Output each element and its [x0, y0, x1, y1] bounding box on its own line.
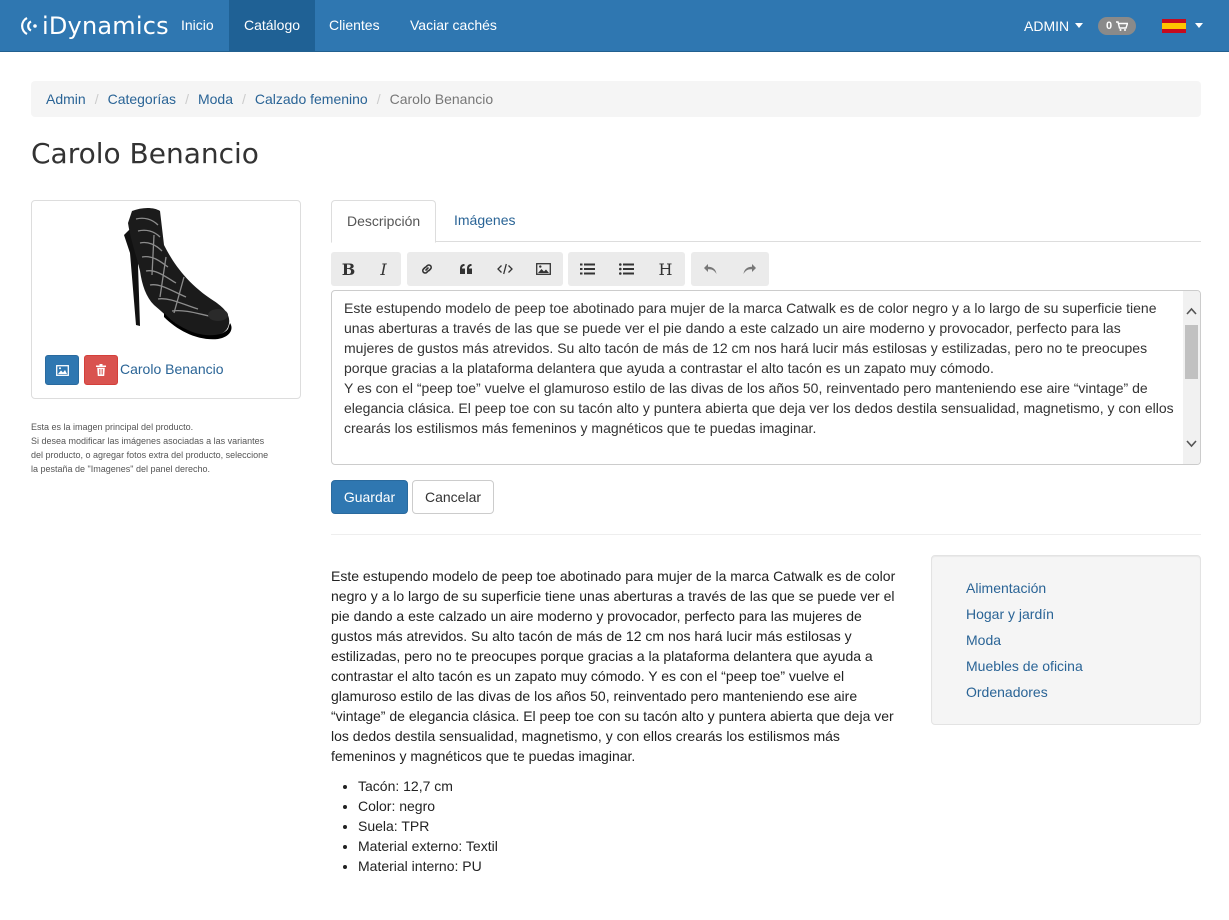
spain-flag-icon — [1162, 18, 1186, 33]
nav-vaciar-caches[interactable]: Vaciar cachés — [396, 0, 511, 51]
chevron-down-icon[interactable] — [1186, 438, 1197, 449]
spec-item: Color: negro — [358, 796, 901, 816]
nav-catalogo[interactable]: Catálogo — [229, 0, 315, 51]
editor-paragraph: Y es con el “peep toe” vuelve el glamuro… — [344, 380, 1174, 436]
help-line: la pestaña de "Imagenes" del panel derec… — [31, 464, 211, 474]
cart-badge: 0 — [1098, 16, 1137, 35]
bullet-list-icon[interactable] — [568, 252, 607, 286]
code-icon[interactable] — [485, 252, 524, 286]
product-image-panel: Carolo Benancio — [31, 200, 301, 399]
toolbar-group-lists: H — [568, 252, 685, 286]
link-icon[interactable] — [407, 252, 446, 286]
image-icon[interactable] — [524, 252, 563, 286]
toolbar-group-format: B I — [331, 252, 401, 286]
category-link-moda[interactable]: Moda — [966, 632, 1001, 648]
breadcrumb-calzado-femenino[interactable]: Calzado femenino — [255, 91, 368, 107]
user-name: ADMIN — [1024, 17, 1070, 34]
editor-paragraph: Este estupendo modelo de peep toe abotin… — [344, 300, 1157, 376]
breadcrumb-admin[interactable]: Admin — [46, 91, 86, 107]
italic-icon[interactable]: I — [366, 252, 401, 286]
category-link-muebles-de-oficina[interactable]: Muebles de oficina — [966, 658, 1083, 674]
caret-down-icon — [1195, 23, 1203, 28]
editor-content[interactable]: Este estupendo modelo de peep toe abotin… — [344, 298, 1174, 438]
specs-list: Tacón: 12,7 cm Color: negro Suela: TPR M… — [331, 776, 901, 876]
page-title: Carolo Benancio — [31, 137, 259, 170]
breadcrumb-categorias[interactable]: Categorías — [108, 91, 176, 107]
numbered-list-icon[interactable] — [607, 252, 646, 286]
spec-item: Material interno: PU — [358, 856, 901, 876]
save-button[interactable]: Guardar — [331, 480, 408, 514]
breadcrumb-separator: / — [241, 91, 246, 107]
product-shoe-image — [124, 208, 232, 340]
category-list-panel: Alimentación Hogar y jardín Moda Muebles… — [931, 555, 1201, 725]
bold-icon[interactable]: B — [331, 252, 366, 286]
change-image-button[interactable] — [45, 355, 79, 385]
picture-icon — [55, 364, 69, 376]
breadcrumb-separator: / — [94, 91, 99, 107]
spec-item: Tacón: 12,7 cm — [358, 776, 901, 796]
image-product-name-link[interactable]: Carolo Benancio — [120, 361, 224, 377]
caret-down-icon — [1075, 23, 1084, 28]
editor-scrollbar[interactable] — [1183, 291, 1200, 464]
help-line: del producto, o agregar fotos extra del … — [31, 450, 269, 460]
scrollbar-thumb[interactable] — [1185, 325, 1198, 379]
breadcrumb-separator: / — [376, 91, 381, 107]
brand-logo[interactable]: iDynamics — [20, 9, 169, 43]
cart-icon — [1116, 20, 1129, 31]
category-link-ordenadores[interactable]: Ordenadores — [966, 684, 1048, 700]
top-navbar: iDynamics Inicio Catálogo Clientes Vacia… — [0, 0, 1229, 52]
help-line: Si desea modificar las imágenes asociada… — [31, 436, 265, 446]
trash-icon — [96, 364, 106, 376]
spec-item: Material externo: Textil — [358, 836, 901, 856]
image-help-text: Esta es la imagen principal del producto… — [31, 420, 301, 476]
description-editor[interactable]: Este estupendo modelo de peep toe abotin… — [331, 290, 1201, 465]
description-text: Este estupendo modelo de peep toe abotin… — [331, 568, 896, 764]
cart-count: 0 — [1106, 19, 1113, 32]
breadcrumb: Admin / Categorías / Moda / Calzado feme… — [31, 81, 1201, 117]
toolbar-group-insert — [407, 252, 563, 286]
breadcrumb-separator: / — [185, 91, 189, 107]
spec-item: Suela: TPR — [358, 816, 901, 836]
cart-button[interactable]: 0 — [1098, 0, 1137, 51]
category-list: Alimentación Hogar y jardín Moda Muebles… — [932, 556, 1200, 708]
nav-clientes[interactable]: Clientes — [315, 0, 394, 51]
cancel-button[interactable]: Cancelar — [412, 480, 494, 514]
tab-descripcion[interactable]: Descripción — [331, 200, 437, 243]
brand-name: iDynamics — [42, 12, 169, 40]
heading-icon[interactable]: H — [646, 252, 685, 286]
redo-icon[interactable] — [730, 252, 769, 286]
delete-image-button[interactable] — [84, 355, 118, 385]
undo-icon[interactable] — [691, 252, 730, 286]
chevron-up-icon[interactable] — [1186, 306, 1197, 317]
category-link-hogar-y-jardin[interactable]: Hogar y jardín — [966, 606, 1054, 622]
category-link-alimentacion[interactable]: Alimentación — [966, 580, 1046, 596]
tab-imagenes[interactable]: Imágenes — [439, 200, 530, 242]
user-menu[interactable]: ADMIN — [1024, 0, 1084, 51]
nav-inicio[interactable]: Inicio — [167, 0, 228, 51]
divider — [331, 534, 1201, 535]
toolbar-group-history — [691, 252, 769, 286]
breadcrumb-current: Carolo Benancio — [389, 91, 494, 107]
breadcrumb-moda[interactable]: Moda — [198, 91, 233, 107]
product-description: Este estupendo modelo de peep toe abotin… — [331, 566, 901, 876]
language-menu[interactable] — [1162, 0, 1203, 51]
product-tabs: Descripción Imágenes — [331, 200, 1201, 243]
wifi-logo-icon — [21, 17, 37, 35]
help-line: Esta es la imagen principal del producto… — [31, 422, 194, 432]
quote-icon[interactable] — [446, 252, 485, 286]
